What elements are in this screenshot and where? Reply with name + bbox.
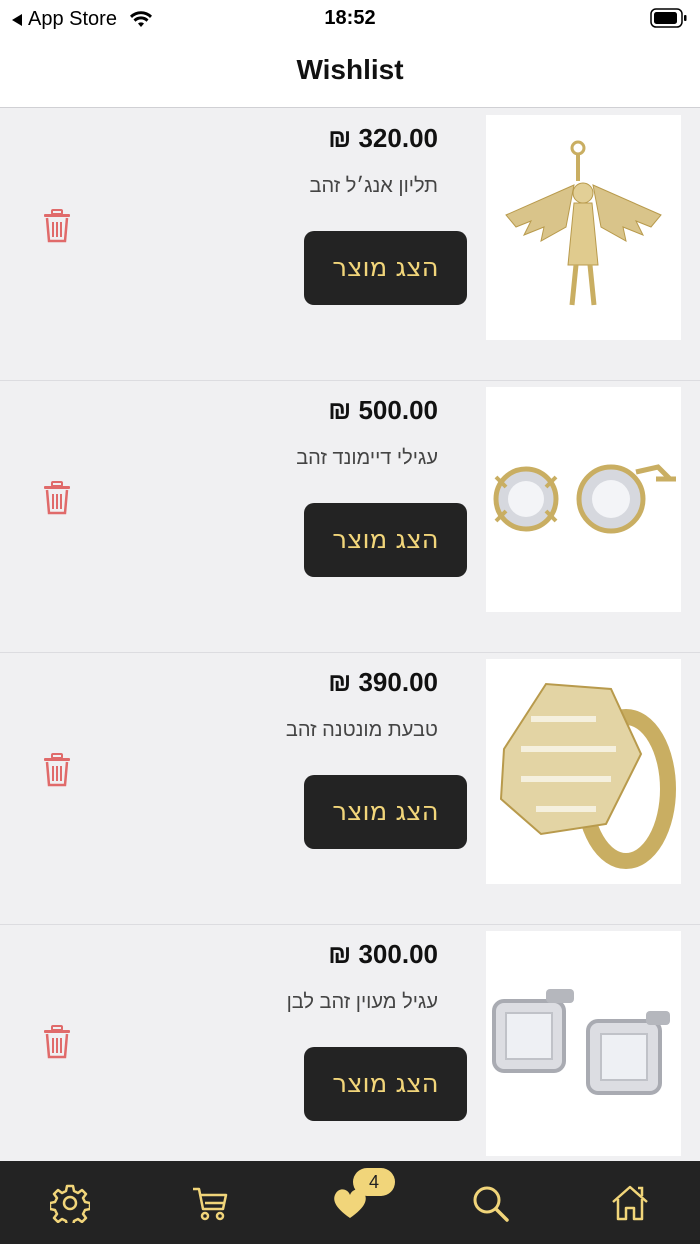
product-name: עגילי דיימונד זהב: [296, 447, 438, 469]
product-name: עגיל מעוין זהב לבן: [286, 991, 438, 1013]
cart-icon: [193, 1187, 228, 1221]
product-price: ₪ 320.00: [328, 123, 438, 153]
diamond-earrings-icon: [493, 464, 676, 534]
product-image[interactable]: [486, 115, 681, 340]
tab-settings[interactable]: [48, 1181, 92, 1225]
gear-icon: [50, 1184, 90, 1223]
clock: 18:52: [324, 7, 376, 29]
gold-ring-icon: [499, 682, 676, 869]
product-image[interactable]: [486, 931, 681, 1156]
product-name: תליון אנג׳ל זהב: [309, 175, 438, 197]
product-price: ₪ 300.00: [328, 939, 438, 969]
square-earrings-icon: [492, 989, 670, 1095]
status-bar: App Store 18:52: [0, 0, 700, 36]
tab-cart[interactable]: [188, 1181, 232, 1225]
header: Wishlist: [0, 36, 700, 108]
product-image[interactable]: [486, 659, 681, 884]
tab-bar: 4: [0, 1161, 700, 1244]
view-product-button[interactable]: הצג מוצר: [304, 1047, 467, 1121]
view-product-button[interactable]: הצג מוצר: [304, 231, 467, 305]
wishlist-item[interactable]: ₪ 390.00 טבעת מונטנה זהב הצג מוצר: [0, 653, 700, 925]
trash-icon[interactable]: [42, 209, 72, 243]
wishlist-count-badge: 4: [353, 1168, 395, 1196]
battery-icon: [650, 8, 687, 28]
wishlist-list[interactable]: ₪ 320.00 תליון אנג׳ל זהב הצג מוצר ₪ 500.…: [0, 109, 700, 1161]
product-image[interactable]: [486, 387, 681, 612]
tab-search[interactable]: [468, 1181, 512, 1225]
product-price: ₪ 500.00: [328, 395, 438, 425]
search-icon: [473, 1186, 509, 1222]
home-icon: [612, 1185, 648, 1221]
page-title: Wishlist: [296, 54, 404, 85]
trash-icon[interactable]: [42, 753, 72, 787]
trash-icon[interactable]: [42, 1025, 72, 1059]
tab-home[interactable]: [608, 1181, 652, 1225]
wishlist-item[interactable]: ₪ 300.00 עגיל מעוין זהב לבן הצג מוצר: [0, 925, 700, 1161]
wishlist-item[interactable]: ₪ 320.00 תליון אנג׳ל זהב הצג מוצר: [0, 109, 700, 381]
product-name: טבעת מונטנה זהב: [285, 719, 438, 741]
wishlist-item[interactable]: ₪ 500.00 עגילי דיימונד זהב הצג מוצר: [0, 381, 700, 653]
angel-pendant-icon: [505, 140, 662, 306]
view-product-button[interactable]: הצג מוצר: [304, 775, 467, 849]
product-price: ₪ 390.00: [328, 667, 438, 697]
trash-icon[interactable]: [42, 481, 72, 515]
view-product-button[interactable]: הצג מוצר: [304, 503, 467, 577]
